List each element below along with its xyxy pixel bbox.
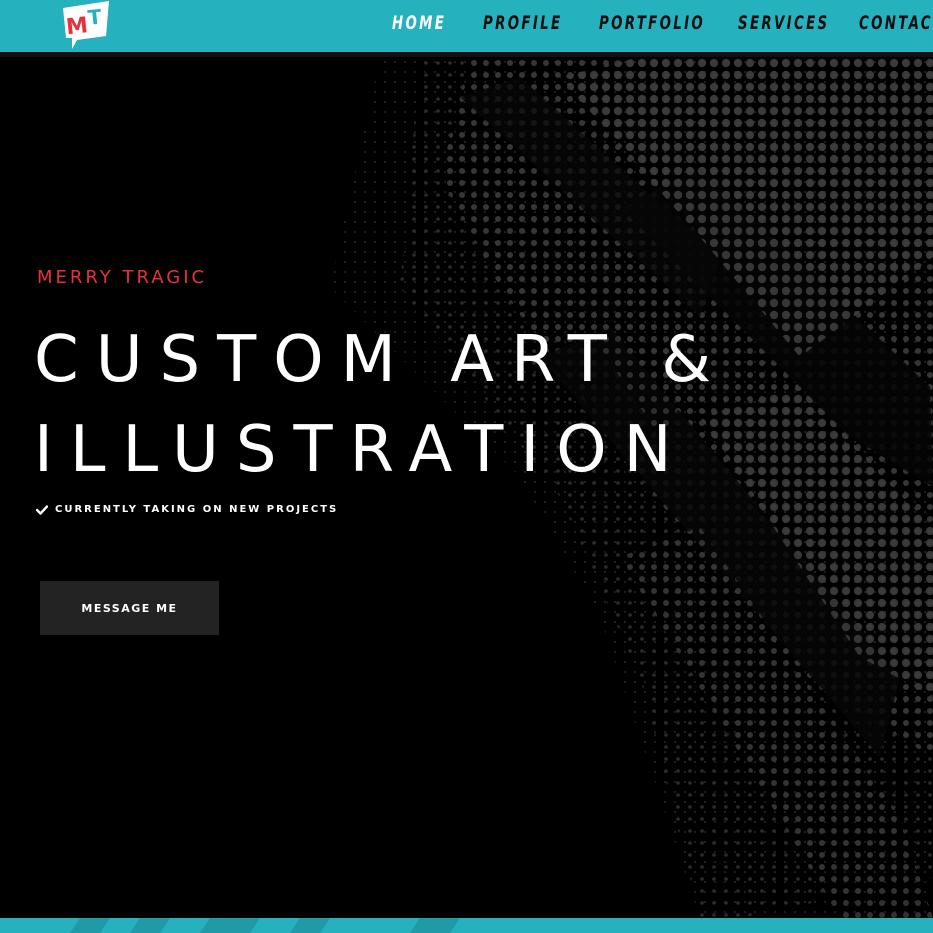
headline-line-2: ILLUSTRATION — [34, 413, 689, 487]
nav-item-portfolio[interactable]: PORTFOLIO — [599, 12, 705, 34]
site-logo[interactable]: M T — [60, 0, 112, 52]
availability-status: CURRENTLY TAKING ON NEW PROJECTS — [36, 504, 338, 515]
bottom-accent-band — [0, 918, 933, 933]
page: M T HOME PROFILE PORTFOLIO SERVICES CONT… — [0, 0, 933, 933]
headline-line-1: CUSTOM ART & — [34, 323, 729, 397]
check-icon — [36, 504, 48, 515]
main-nav: HOME PROFILE PORTFOLIO SERVICES CONTACT — [360, 0, 933, 52]
svg-text:M: M — [65, 13, 89, 40]
hero-headline: CUSTOM ART & ILLUSTRATION — [34, 315, 914, 495]
hero-section: MERRY TRAGIC CUSTOM ART & ILLUSTRATION C… — [0, 57, 933, 918]
nav-item-home[interactable]: HOME — [392, 12, 446, 34]
nav-item-profile[interactable]: PROFILE — [483, 12, 562, 34]
logo-mark: M T — [63, 1, 109, 49]
nav-item-contact[interactable]: CONTACT — [859, 12, 933, 34]
brand-eyebrow: MERRY TRAGIC — [37, 267, 208, 288]
nav-item-services[interactable]: SERVICES — [738, 12, 829, 34]
svg-text:T: T — [87, 4, 103, 29]
message-me-button[interactable]: MESSAGE ME — [40, 581, 219, 635]
status-text: CURRENTLY TAKING ON NEW PROJECTS — [55, 504, 339, 515]
header-shadow — [0, 52, 933, 57]
bottom-stripes — [70, 918, 460, 933]
